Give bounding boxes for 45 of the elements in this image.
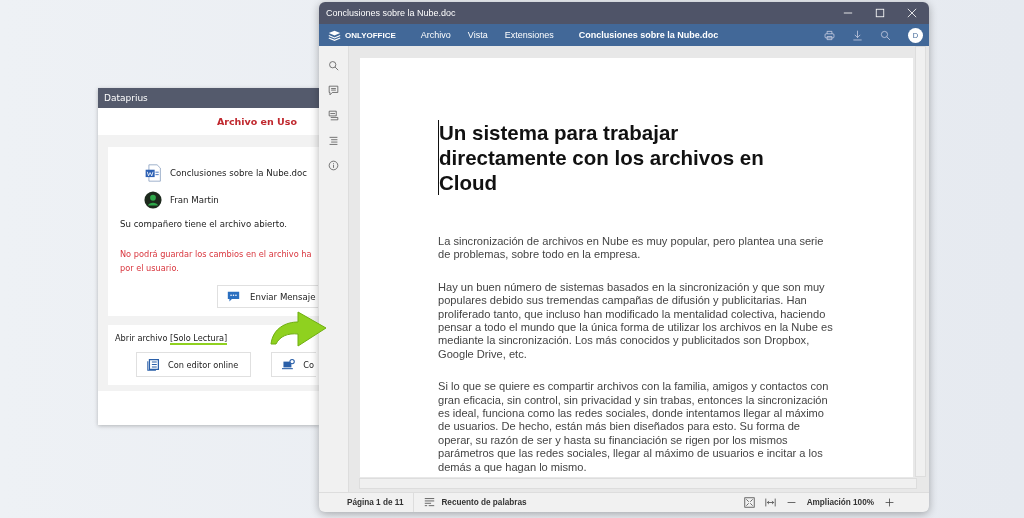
lines-icon[interactable] [328,135,339,146]
document-heading: Un sistema para trabajar directamente con los archivos en Cloud [438,120,809,195]
fit-page-icon[interactable] [743,497,755,508]
chat-icon[interactable] [328,110,339,121]
laptop-gear-icon [282,358,296,371]
dialog-heading: Archivo en Uso [216,116,297,127]
word-count-button[interactable]: Recuento de palabras [424,497,527,508]
comment-icon[interactable] [328,85,339,96]
horizontal-scrollbar[interactable] [359,478,917,489]
search-icon[interactable] [880,29,891,41]
download-icon[interactable] [852,29,863,41]
zoom-level: Ampliación 100% [806,498,874,507]
document-paragraph: Si lo que se quiere es compartir archivos con la familia, amigos y contactos con gran eficacia, sin control, sin privacidad y sin trabas, entonces la sincronización es ideal, funciona como las redes sociales, donde intentamos llegar al máximo de usuarios. De hecho, están más bien diseñados para esto. Su forma de operar, su razón de ser y hasta su financiación se rigen por los mismos parámetros que las redes sociales, llegar al máximo de usuarios e incitar a los demás a que hagan lo mismo. [438,380,830,475]
word-count-icon [424,497,436,508]
page-indicator: Página 1 de 11 [347,498,404,507]
message-icon [227,290,240,303]
fit-width-icon[interactable] [764,497,776,508]
info-icon[interactable] [328,160,339,171]
user-name: Fran Martin [170,194,219,205]
menu-item[interactable]: Archivo [420,30,451,40]
open-file-button[interactable]: Co [271,352,316,377]
zoom-in-icon[interactable] [884,497,895,508]
info-text: Su compañero tiene el archivo abierto. [120,219,289,229]
document-list-icon [147,358,160,371]
user-avatar-icon [144,190,162,209]
printer-icon[interactable] [824,29,835,41]
vertical-scrollbar[interactable] [915,46,926,477]
window-title: Conclusiones sobre la Nube.doc [326,8,457,18]
menu-item[interactable]: Extensiones [504,30,554,40]
close-icon[interactable] [907,8,917,18]
open-file-button[interactable]: Con editor online [136,352,252,377]
document-paragraph: Hay un buen número de sistemas basados en la sincronización y que son muy populares debido sus tremendas campañas de difusión y publicitarias. Han proliferado tanto, que incluso han modificado la mentalidad colectiva, haciendo pensar a todo el mundo que la única forma de utilizar los archivos en la Nube es mediante la sincronización. Los más conocidos y publicitados son Dropbox, Google Drive, etc. [438,280,834,362]
send-message-button[interactable]: Enviar Mensaje [217,285,319,308]
document-paragraph: La sincronización de archivos en Nube es muy popular, pero plantea una serie de problemas, sobre todo en la empresa. [438,235,825,262]
document-title: Conclusiones sobre la Nube.doc [578,30,719,40]
word-document-icon [144,163,162,182]
dialog-title: Dataprius [104,93,148,103]
menu-item[interactable]: Vista [467,30,488,40]
warning-text: No podrá guardar los cambios en el archivo ha por el usuario. [120,248,313,275]
maximize-icon[interactable] [875,8,885,18]
brand-name: ONLYOFFICE [345,30,396,40]
open-file-label: Abrir archivo [Solo Lectura] [115,333,229,343]
stacked-layers-icon [328,28,341,42]
file-name: Conclusiones sobre la Nube.doc [170,167,308,178]
search-icon[interactable] [328,60,339,71]
